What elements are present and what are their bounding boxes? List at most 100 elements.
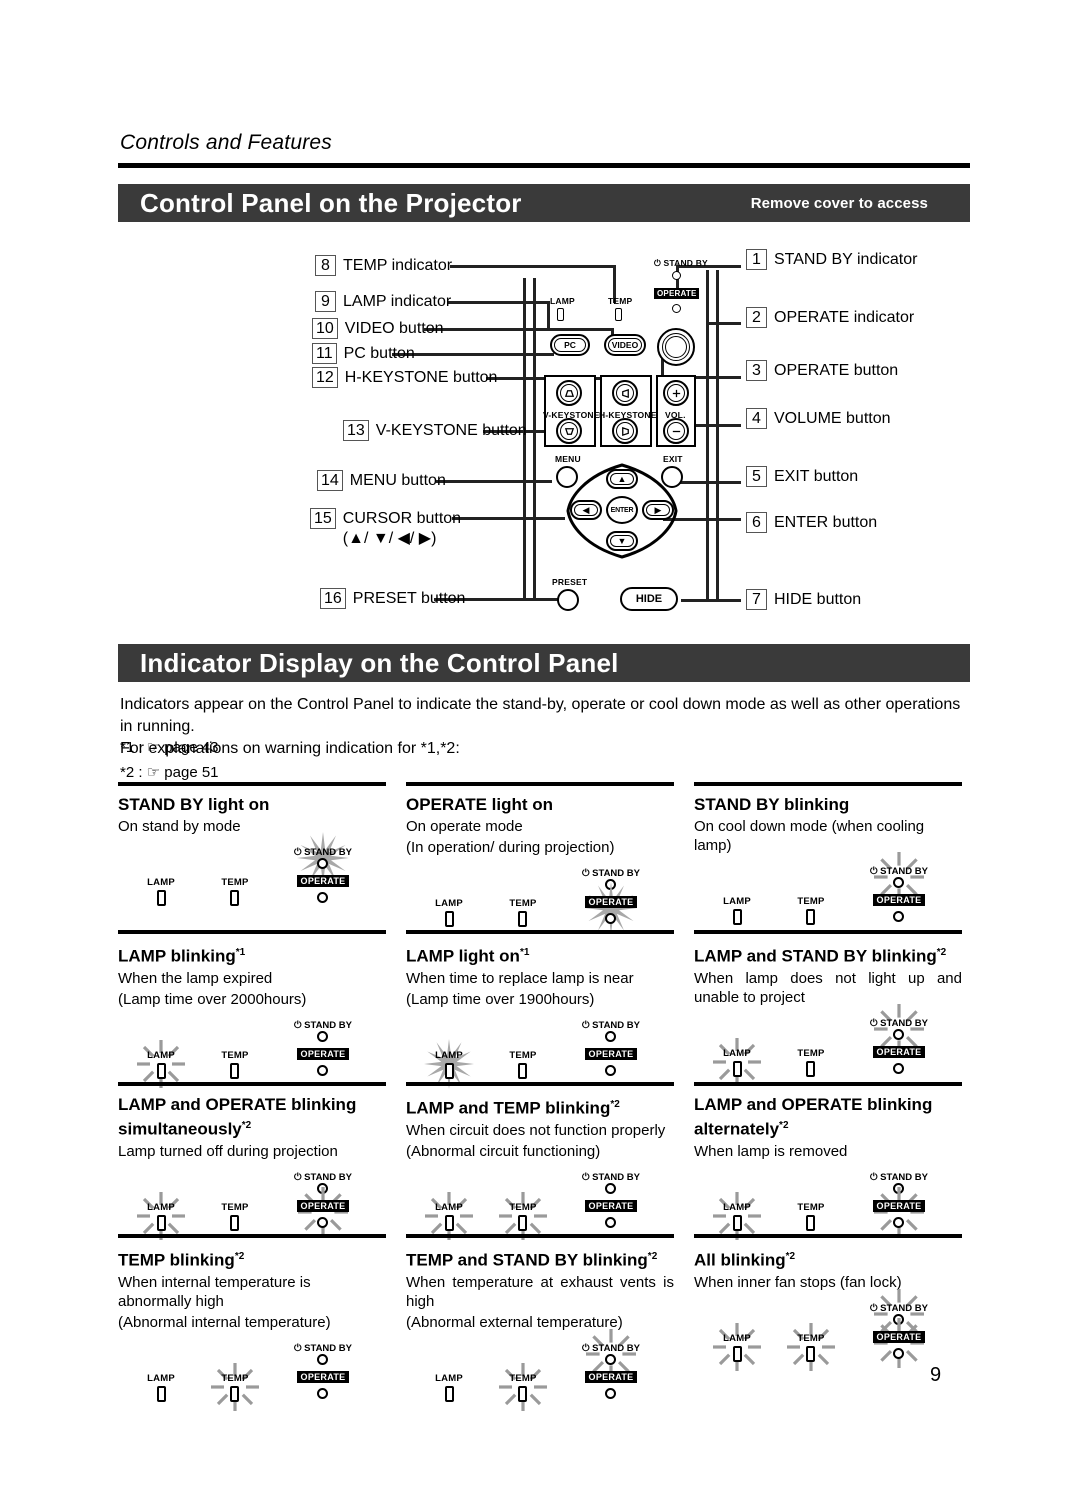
indicator-case-description: When time to replace lamp is near bbox=[406, 969, 634, 987]
indicator-case-description: (Lamp time over 2000hours) bbox=[118, 990, 307, 1008]
lamp-label: LAMP bbox=[723, 1332, 751, 1344]
standby-indicator: ⏻ STAND BY bbox=[293, 832, 352, 884]
cursor-down-button[interactable]: ▼ bbox=[606, 531, 638, 551]
power-icon: ⏻ bbox=[581, 1342, 590, 1354]
temp-indicator: TEMP bbox=[782, 1197, 840, 1231]
standby-led bbox=[893, 1313, 905, 1325]
callout-label: V-KEYSTONE button bbox=[375, 422, 527, 439]
indicator-case-description: When lamp is removed bbox=[694, 1142, 848, 1160]
v-keystone-up-button[interactable] bbox=[556, 380, 582, 406]
temp-indicator: TEMP bbox=[206, 872, 264, 906]
indicator-case-description: When temperature at exhaust vents is hig… bbox=[406, 1273, 674, 1310]
callout-16: 16 PRESET button bbox=[320, 588, 465, 609]
callout-13: 13 V-KEYSTONE button bbox=[343, 420, 527, 441]
h-keystone-right-button[interactable] bbox=[612, 418, 638, 444]
operate-led bbox=[893, 1062, 905, 1074]
operate-led bbox=[605, 1064, 617, 1076]
callout-label: STAND BY indicator bbox=[774, 251, 918, 268]
lamp-led bbox=[444, 1214, 454, 1231]
enter-button[interactable]: ENTER bbox=[606, 496, 638, 524]
temp-led bbox=[518, 911, 528, 927]
preset-button[interactable] bbox=[557, 589, 579, 611]
standby-label: ⏻ STAND BY bbox=[581, 1019, 640, 1031]
cursor-right-button[interactable]: ▶ bbox=[642, 500, 674, 520]
volume-up-button[interactable] bbox=[663, 380, 689, 406]
callout-8: 8 TEMP indicator bbox=[315, 255, 452, 276]
cursor-left-button[interactable]: ◀ bbox=[570, 500, 602, 520]
temp-label: TEMP bbox=[509, 1372, 537, 1384]
standby-label: ⏻ STAND BY bbox=[293, 1171, 352, 1183]
temp-indicator: TEMP bbox=[782, 1043, 840, 1077]
panel-label-temp: TEMP bbox=[608, 296, 633, 306]
operate-button[interactable] bbox=[657, 328, 695, 366]
operate-label: OPERATE bbox=[584, 892, 638, 910]
indicator-cluster: LAMP TEMP ⏻ STAND BY OPERATE bbox=[118, 832, 386, 914]
panel-lamp-led bbox=[557, 308, 564, 321]
temp-label: TEMP bbox=[797, 1047, 825, 1059]
standby-led bbox=[317, 1030, 329, 1042]
indicator-case-6: LAMP and STAND BY blinking*2 When lamp do… bbox=[694, 930, 962, 1087]
page-number: 9 bbox=[930, 1364, 942, 1386]
indicator-case-11: TEMP and STAND BY blinking*2 When tempera… bbox=[406, 1234, 674, 1412]
standby-led bbox=[605, 1030, 617, 1042]
operate-led bbox=[605, 913, 617, 924]
lamp-led bbox=[732, 1345, 742, 1362]
power-icon: ⏻ bbox=[293, 1171, 302, 1183]
temp-led bbox=[518, 1062, 528, 1079]
indicator-cluster: LAMP TEMP ⏻ STAND BY OPERATE bbox=[694, 1288, 962, 1372]
operate-led bbox=[893, 1216, 905, 1228]
cursor-up-button[interactable]: ▲ bbox=[606, 469, 638, 489]
temp-label: TEMP bbox=[509, 1049, 537, 1061]
v-keystone-down-button[interactable] bbox=[556, 418, 582, 444]
standby-indicator: ⏻ STAND BY bbox=[870, 1288, 928, 1339]
lamp-indicator: LAMP bbox=[420, 893, 478, 927]
operate-indicator: OPERATE bbox=[872, 1317, 926, 1368]
volume-down-button[interactable] bbox=[663, 418, 689, 444]
operate-label: OPERATE bbox=[584, 1367, 638, 1385]
panel-operate-led bbox=[672, 304, 681, 313]
indicator-case-description: On cool down mode (when cooling lamp) bbox=[694, 818, 925, 854]
lamp-led bbox=[444, 911, 454, 927]
standby-label: ⏻ STAND BY bbox=[869, 1171, 928, 1183]
callout-14: 14 MENU button bbox=[317, 470, 446, 491]
standby-indicator: ⏻ STAND BY bbox=[294, 1020, 352, 1042]
standby-operate-group: ⏻ STAND BY OPERATE bbox=[556, 1328, 666, 1399]
indicator-case-title: LAMP blinking*1 bbox=[118, 946, 246, 966]
callout-2: 2 OPERATE indicator bbox=[746, 307, 914, 328]
indicator-case-12: All blinking*2 When inner fan stops (fan … bbox=[694, 1234, 962, 1372]
standby-indicator: ⏻ STAND BY bbox=[582, 1172, 640, 1194]
temp-indicator: TEMP bbox=[206, 1197, 264, 1231]
standby-label: ⏻ STAND BY bbox=[581, 868, 640, 879]
indicator-case-description: (Abnormal internal temperature) bbox=[118, 1313, 331, 1331]
indicator-case-description: Lamp turned off during projection bbox=[118, 1142, 338, 1160]
power-icon: ⏻ bbox=[293, 1019, 302, 1031]
indicator-case-4: LAMP blinking*1 When the lamp expired (Lam… bbox=[118, 930, 386, 1089]
indicator-cluster: LAMP TEMP ⏻ STAND BY OPERATE bbox=[406, 863, 674, 935]
video-button[interactable]: VIDEO bbox=[604, 334, 646, 356]
operate-label: OPERATE bbox=[296, 1044, 350, 1062]
lamp-label: LAMP bbox=[147, 1201, 175, 1213]
power-icon: ⏻ bbox=[869, 1017, 878, 1029]
temp-label: TEMP bbox=[509, 898, 537, 909]
lamp-label: LAMP bbox=[147, 877, 175, 888]
standby-label: ⏻ STAND BY bbox=[293, 847, 352, 858]
lamp-indicator: LAMP bbox=[420, 1192, 478, 1241]
cell-divider bbox=[118, 1234, 386, 1238]
standby-indicator: ⏻ STAND BY bbox=[869, 1003, 928, 1054]
pc-button[interactable]: PC bbox=[550, 334, 590, 356]
indicator-case-1: STAND BY light on On stand by mode LAMP TEM… bbox=[118, 782, 386, 914]
standby-led bbox=[605, 1182, 617, 1194]
standby-operate-group: ⏻ STAND BY OPERATE bbox=[268, 1015, 378, 1076]
indicator-cluster: LAMP TEMP ⏻ STAND BY OPERATE bbox=[406, 1015, 674, 1090]
standby-label: ⏻ STAND BY bbox=[581, 1342, 640, 1354]
cell-divider bbox=[694, 1234, 962, 1238]
panel-label-lamp: LAMP bbox=[550, 296, 575, 306]
operate-label: OPERATE bbox=[872, 890, 926, 908]
callout-number: 3 bbox=[746, 360, 767, 381]
h-keystone-left-button[interactable] bbox=[612, 380, 638, 406]
callout-number: 15 bbox=[310, 508, 336, 529]
standby-label: ⏻ STAND BY bbox=[581, 1171, 640, 1183]
temp-led bbox=[230, 890, 240, 906]
hide-button[interactable]: HIDE bbox=[620, 587, 678, 611]
lamp-label: LAMP bbox=[723, 1047, 751, 1059]
